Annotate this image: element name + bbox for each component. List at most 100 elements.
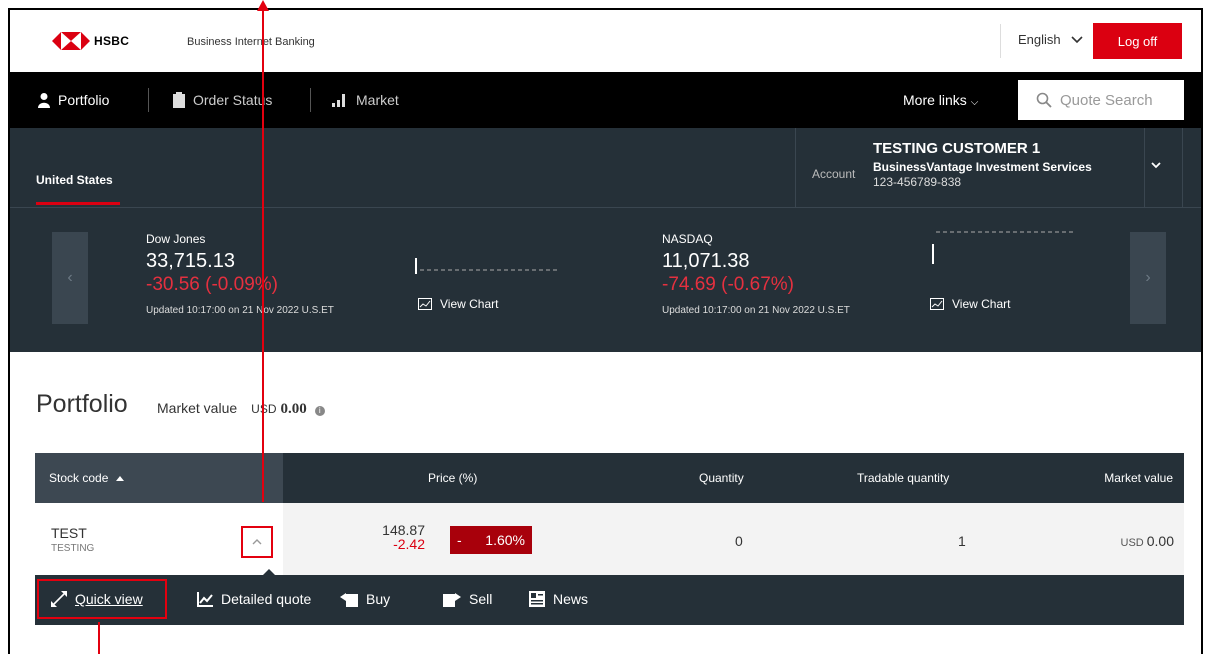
- index-name: Dow Jones: [146, 232, 206, 246]
- index-value: 33,715.13: [146, 250, 235, 272]
- index-updated: Updated 10:17:00 on 21 Nov 2022 U.S.ET: [662, 305, 850, 316]
- more-links-dropdown[interactable]: More links ⌵: [903, 92, 978, 108]
- divider: [148, 88, 149, 112]
- logoff-button[interactable]: Log off: [1093, 23, 1182, 59]
- nav-label: Order Status: [193, 92, 273, 108]
- hsbc-logo[interactable]: HSBC: [52, 32, 129, 50]
- active-tab-indicator: [36, 202, 120, 205]
- info-icon[interactable]: i: [314, 406, 325, 416]
- language-selector[interactable]: English: [1018, 32, 1083, 47]
- line-chart-icon: [197, 591, 213, 607]
- column-header-tradable-quantity[interactable]: Tradable quantity: [857, 471, 949, 485]
- account-selector[interactable]: Account TESTING CUSTOMER 1 BusinessVanta…: [795, 128, 1145, 208]
- nav-label: Portfolio: [58, 92, 110, 108]
- detailed-quote-link[interactable]: Detailed quote: [197, 591, 311, 607]
- top-bar: HSBC Business Internet Banking English L…: [10, 10, 1201, 72]
- chevron-left-icon: ‹: [67, 269, 73, 286]
- account-service: BusinessVantage Investment Services: [873, 160, 1092, 174]
- hsbc-hexagon-icon: [52, 32, 90, 50]
- sort-ascending-icon: [116, 475, 125, 481]
- divider: [310, 88, 311, 112]
- chart-window-icon: [930, 298, 944, 310]
- price-cell: 148.87 -2.42: [370, 523, 425, 551]
- language-label: English: [1018, 32, 1061, 47]
- account-number: 123-456789-838: [873, 175, 962, 189]
- action-label: Sell: [469, 591, 493, 607]
- column-header-stock-code[interactable]: Stock code: [35, 453, 283, 503]
- chart-window-icon: [418, 298, 432, 310]
- main-nav: Portfolio Order Status Market More links…: [10, 72, 1201, 128]
- account-bar: United States Account TESTING CUSTOMER 1…: [10, 128, 1201, 208]
- carousel-next-button[interactable]: ›: [1130, 232, 1166, 324]
- action-label: Detailed quote: [221, 591, 312, 607]
- index-sparkline: [932, 231, 1076, 264]
- collapse-row-button[interactable]: [241, 526, 273, 558]
- percent-change-badge: - 1.60%: [450, 526, 532, 554]
- sell-link[interactable]: Sell: [443, 591, 492, 607]
- chevron-up-icon: [252, 539, 262, 545]
- row-market-value: 0.00: [1146, 533, 1174, 549]
- news-link[interactable]: News: [529, 591, 588, 607]
- stock-name: TESTING: [51, 543, 95, 554]
- index-name: NASDAQ: [662, 232, 713, 246]
- quick-view-link[interactable]: Quick view: [51, 591, 143, 607]
- percent-change: 1.60%: [485, 532, 525, 548]
- chevron-down-icon: [1071, 35, 1083, 43]
- quantity: 0: [735, 533, 743, 549]
- view-chart-link[interactable]: View Chart: [930, 297, 1010, 311]
- stock-code-cell: TEST TESTING: [35, 503, 283, 575]
- brand-text: HSBC: [94, 34, 130, 48]
- chevron-down-icon[interactable]: [1151, 162, 1161, 169]
- action-label: News: [553, 591, 589, 607]
- quote-search-input[interactable]: Quote Search: [1018, 80, 1184, 120]
- index-change: -30.56 (-0.09%): [146, 274, 279, 295]
- nav-item-order-status[interactable]: Order Status: [173, 92, 272, 108]
- row-actions-bar: Quick view Detailed quote Buy Sell News: [35, 575, 1184, 625]
- app-subtitle: Business Internet Banking: [187, 36, 315, 48]
- market-indices-carousel: ‹ › Dow Jones 33,715.13 -30.56 (-0.09%) …: [10, 208, 1201, 352]
- action-label: Quick view: [75, 591, 143, 607]
- tab-united-states[interactable]: United States: [36, 173, 113, 187]
- column-header-price[interactable]: Price (%): [428, 471, 477, 485]
- page-title: Portfolio: [36, 390, 128, 418]
- table-row[interactable]: TEST TESTING 148.87 -2.42 - 1.60% 0 1 US…: [35, 503, 1184, 575]
- column-header-market-value[interactable]: Market value: [1104, 471, 1173, 485]
- carousel-prev-button[interactable]: ‹: [52, 232, 88, 324]
- market-value: 0.00: [280, 401, 307, 417]
- market-value-label: Market value: [157, 400, 238, 416]
- sell-icon: [443, 593, 461, 607]
- stock-code[interactable]: TEST: [51, 525, 87, 541]
- price-change: -2.42: [393, 536, 425, 552]
- view-chart-link[interactable]: View Chart: [418, 297, 498, 311]
- price: 148.87: [382, 522, 425, 538]
- column-label: Stock code: [49, 471, 109, 485]
- view-chart-label: View Chart: [440, 297, 499, 311]
- quote-search-placeholder: Quote Search: [1060, 91, 1153, 109]
- divider: [1000, 24, 1001, 58]
- app-frame: HSBC Business Internet Banking English L…: [8, 8, 1203, 654]
- chevron-right-icon: ›: [1145, 269, 1151, 286]
- bar-chart-icon: [332, 93, 345, 107]
- news-icon: [529, 591, 545, 607]
- index-updated: Updated 10:17:00 on 21 Nov 2022 U.S.ET: [146, 305, 334, 316]
- buy-link[interactable]: Buy: [340, 591, 390, 607]
- nav-item-portfolio[interactable]: Portfolio: [38, 92, 109, 108]
- account-label: Account: [812, 167, 856, 181]
- buy-icon: [340, 593, 358, 607]
- annotation-arrowhead: [257, 0, 269, 11]
- annotation-line: [98, 622, 100, 654]
- index-value: 11,071.38: [662, 250, 750, 272]
- person-icon: [38, 92, 50, 108]
- market-value-cell: USD 0.00: [1121, 533, 1174, 549]
- tradable-quantity: 1: [958, 533, 966, 549]
- index-sparkline: [415, 258, 560, 274]
- customer-name: TESTING CUSTOMER 1: [873, 140, 1041, 157]
- action-label: Buy: [366, 591, 391, 607]
- clipboard-icon: [173, 92, 185, 108]
- table-header: Stock code Price (%) Quantity Tradable q…: [35, 453, 1184, 503]
- search-icon: [1036, 92, 1052, 108]
- nav-item-market[interactable]: Market: [332, 92, 399, 108]
- column-header-quantity[interactable]: Quantity: [699, 471, 744, 485]
- nav-label: Market: [356, 92, 399, 108]
- divider: [1182, 128, 1183, 208]
